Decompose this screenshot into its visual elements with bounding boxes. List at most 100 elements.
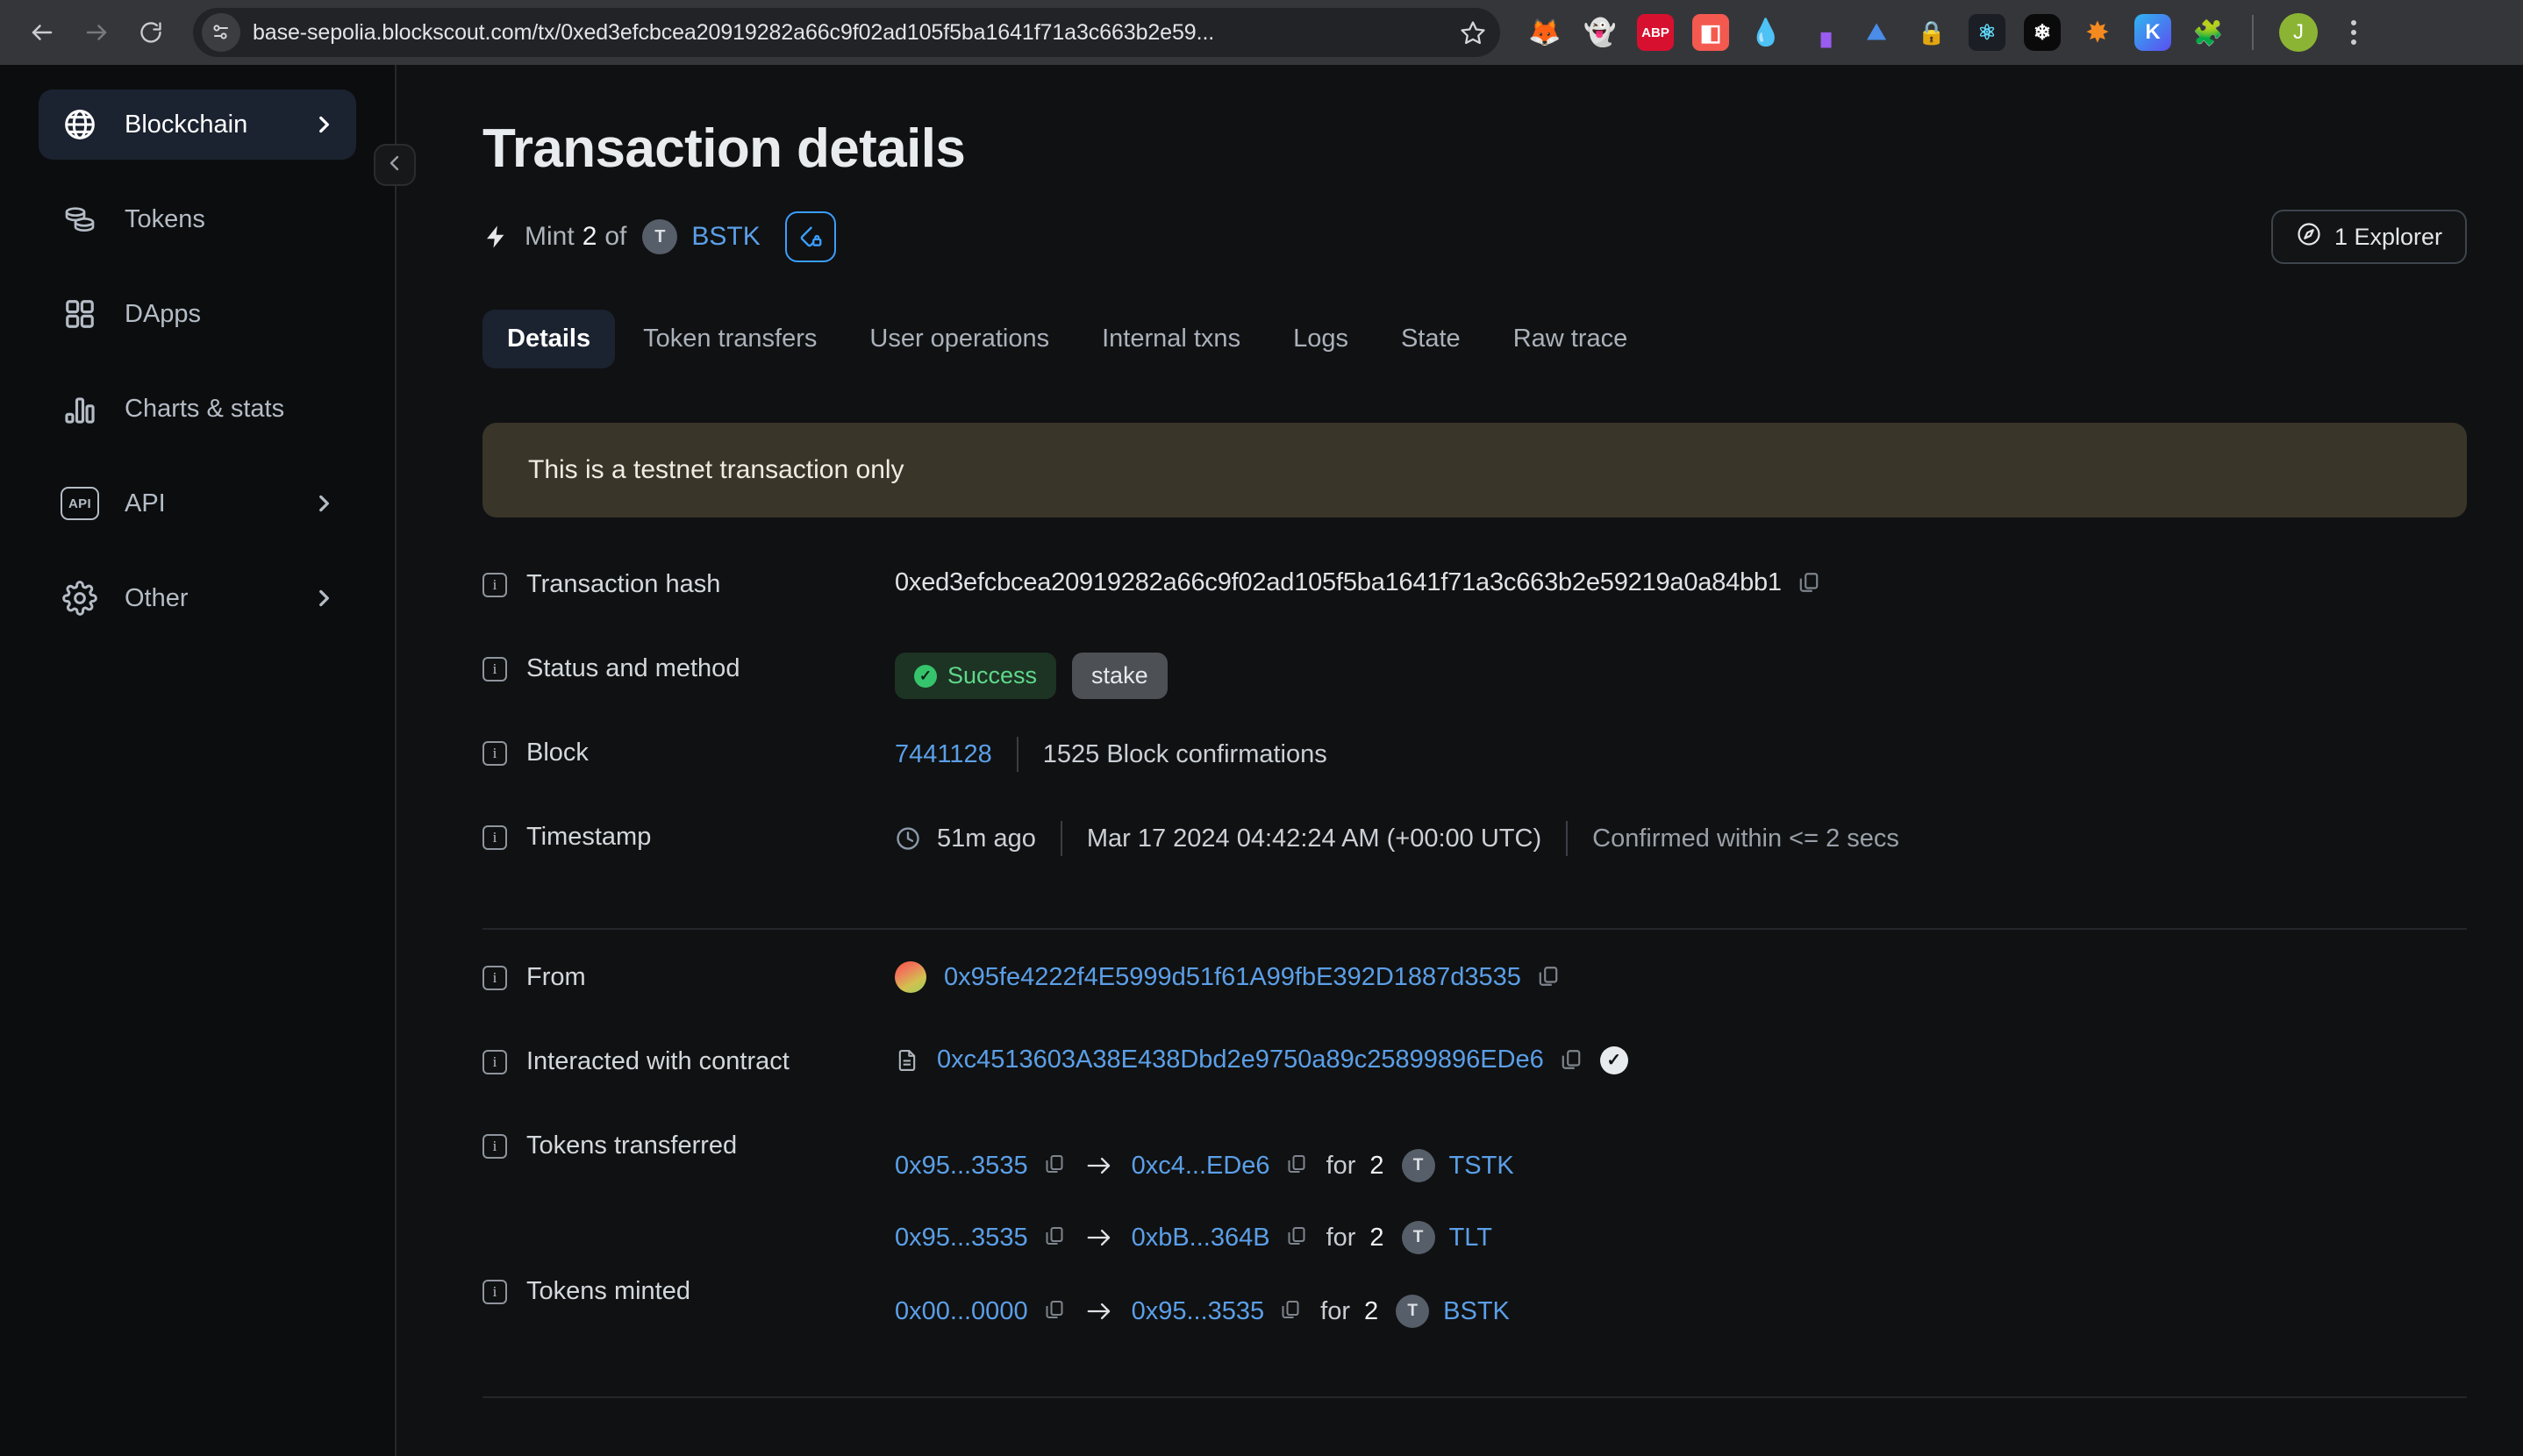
token-transfer-row: 0x95...3535 0xc4...EDe6 for 2 T TSTK <box>895 1130 2467 1202</box>
token-transfer-row: 0x95...3535 0xbB...364B for 2 T TLT <box>895 1202 2467 1274</box>
sidebar-item-label: API <box>125 489 166 517</box>
info-icon[interactable]: i <box>482 824 507 850</box>
back-arrow-icon[interactable] <box>18 8 67 57</box>
sidebar-item-dapps[interactable]: DApps <box>39 279 356 349</box>
timestamp-absolute: Mar 17 2024 04:42:24 AM (+00:00 UTC) <box>1086 824 1542 853</box>
ghostery-extension[interactable]: 👻 <box>1582 14 1619 51</box>
sparkle-extension[interactable]: ✸ <box>2079 14 2116 51</box>
for-label: for <box>1320 1296 1350 1325</box>
token-symbol-link[interactable]: TLT <box>1449 1224 1492 1253</box>
row-label: i Tokens transferred <box>482 1128 895 1160</box>
row-value: 51m ago Mar 17 2024 04:42:24 AM (+00:00 … <box>895 819 2467 856</box>
sidebar-item-charts-stats[interactable]: Charts & stats <box>39 374 356 444</box>
transfer-from-link[interactable]: 0x95...3535 <box>895 1224 1028 1253</box>
token-symbol-link[interactable]: BSTK <box>691 222 760 252</box>
star-icon[interactable] <box>1453 12 1493 53</box>
sidebar-item-label: Other <box>125 583 189 612</box>
info-icon[interactable]: i <box>482 1133 507 1159</box>
separator <box>1566 821 1569 856</box>
globe-icon <box>60 104 100 145</box>
block-number-link[interactable]: 7441128 <box>895 740 992 769</box>
copy-icon[interactable] <box>1286 1224 1309 1251</box>
react-devtools-extension[interactable]: ⚛ <box>1969 14 2005 51</box>
row-interacted-with-contract: i Interacted with contract 0xc4513603A38… <box>482 1044 2467 1128</box>
token-symbol-link[interactable]: TSTK <box>1449 1152 1514 1181</box>
token-lock-icon[interactable] <box>784 211 836 262</box>
copy-icon[interactable] <box>1044 1153 1067 1179</box>
transfer-from-link[interactable]: 0x95...3535 <box>895 1152 1028 1181</box>
copy-icon[interactable] <box>1044 1224 1067 1251</box>
row-status-and-method: i Status and method ✓ Success stake <box>482 651 2467 735</box>
copy-icon[interactable] <box>1044 1298 1067 1324</box>
token-symbol-link[interactable]: BSTK <box>1443 1297 1510 1326</box>
pocket-extension[interactable]: ◧ <box>1692 14 1729 51</box>
tab-internal-txns[interactable]: Internal txns <box>1077 310 1265 368</box>
metamask-extension[interactable]: 🦊 <box>1526 14 1563 51</box>
sidebar-item-label: Charts & stats <box>125 394 285 423</box>
info-icon[interactable]: i <box>482 1049 507 1074</box>
tab-raw-trace[interactable]: Raw trace <box>1489 310 1653 368</box>
sidebar-item-api[interactable]: API API <box>39 468 356 539</box>
compass-icon <box>2296 221 2322 253</box>
reload-icon[interactable] <box>126 8 175 57</box>
copy-icon[interactable] <box>1280 1298 1303 1324</box>
status-badge: ✓ Success <box>895 653 1057 699</box>
separator <box>1016 737 1018 772</box>
info-icon[interactable]: i <box>482 572 507 597</box>
tab-token-transfers[interactable]: Token transfers <box>618 310 841 368</box>
copy-icon[interactable] <box>1798 570 1820 596</box>
tab-details[interactable]: Details <box>482 310 616 368</box>
info-icon[interactable]: i <box>482 1279 507 1304</box>
block-confirmations: 1525 Block confirmations <box>1042 739 1327 768</box>
info-icon[interactable]: i <box>482 656 507 682</box>
row-from: i From 0x95fe4222f4E5999d51f61A99fbE392D… <box>482 960 2467 1044</box>
keplr-wallet-extension[interactable]: K <box>2134 14 2171 51</box>
tab-logs[interactable]: Logs <box>1269 310 1373 368</box>
row-timestamp: i Timestamp 51m ago Mar 17 2024 04:42:24… <box>482 819 2467 903</box>
copy-icon[interactable] <box>1286 1153 1309 1179</box>
copy-icon[interactable] <box>1560 1047 1583 1074</box>
extensions-puzzle-icon[interactable]: 🧩 <box>2190 14 2226 51</box>
mint-from-link[interactable]: 0x00...0000 <box>895 1297 1028 1326</box>
toolbar-divider <box>2252 15 2254 50</box>
adblock-plus-extension[interactable]: ABP <box>1637 14 1674 51</box>
phantom-wallet-extension[interactable]: ▗ <box>1803 14 1840 51</box>
row-block: i Block 7441128 1525 Block confirmations <box>482 735 2467 819</box>
from-address-link[interactable]: 0x95fe4222f4E5999d51f61A99fbE392D1887d35… <box>944 963 1521 992</box>
forward-arrow-icon[interactable] <box>72 8 121 57</box>
status-text: Success <box>947 662 1038 689</box>
contract-address-link[interactable]: 0xc4513603A38E438Dbd2e9750a89c25899896ED… <box>937 1046 1544 1074</box>
copy-icon[interactable] <box>1537 964 1560 990</box>
site-settings-icon[interactable] <box>202 13 240 52</box>
api-icon: API <box>60 483 100 524</box>
for-label: for <box>1326 1151 1356 1180</box>
address-bar[interactable]: base-sepolia.blockscout.com/tx/0xed3efcb… <box>193 8 1500 57</box>
bitwarden-extension[interactable]: 🔒 <box>1913 14 1950 51</box>
info-icon[interactable]: i <box>482 740 507 766</box>
browser-menu-icon[interactable] <box>2336 20 2371 45</box>
row-transaction-hash: i Transaction hash 0xed3efcbcea20919282a… <box>482 567 2467 651</box>
main-content: Transaction details Mint 2 of T BSTK 1 E… <box>397 65 2523 1456</box>
mint-to-link[interactable]: 0x95...3535 <box>1132 1297 1265 1326</box>
sidebar-collapse-button[interactable] <box>374 144 416 186</box>
sidebar-item-blockchain[interactable]: Blockchain <box>39 89 356 160</box>
nordvpn-extension[interactable]: ⛰ <box>1858 14 1895 51</box>
row-label-text: Tokens transferred <box>526 1131 738 1160</box>
transfer-to-link[interactable]: 0xbB...364B <box>1132 1224 1270 1253</box>
mint-action-label: Mint <box>525 222 575 251</box>
avatar[interactable]: J <box>2279 13 2318 52</box>
snowflake-extension[interactable]: ❄ <box>2024 14 2061 51</box>
sidebar-item-label: DApps <box>125 299 202 328</box>
sidebar-item-other[interactable]: Other <box>39 563 356 633</box>
chevron-left-icon <box>384 153 405 178</box>
info-icon[interactable]: i <box>482 965 507 990</box>
rainbow-wallet-extension[interactable]: 💧 <box>1748 14 1784 51</box>
tab-state[interactable]: State <box>1376 310 1485 368</box>
row-label-text: Tokens minted <box>526 1277 690 1305</box>
mint-amount: 2 <box>582 222 597 251</box>
transfer-to-link[interactable]: 0xc4...EDe6 <box>1132 1152 1270 1181</box>
sidebar-item-tokens[interactable]: Tokens <box>39 184 356 254</box>
tab-user-operations[interactable]: User operations <box>845 310 1074 368</box>
explorer-button[interactable]: 1 Explorer <box>2270 210 2467 264</box>
separator <box>1060 821 1062 856</box>
